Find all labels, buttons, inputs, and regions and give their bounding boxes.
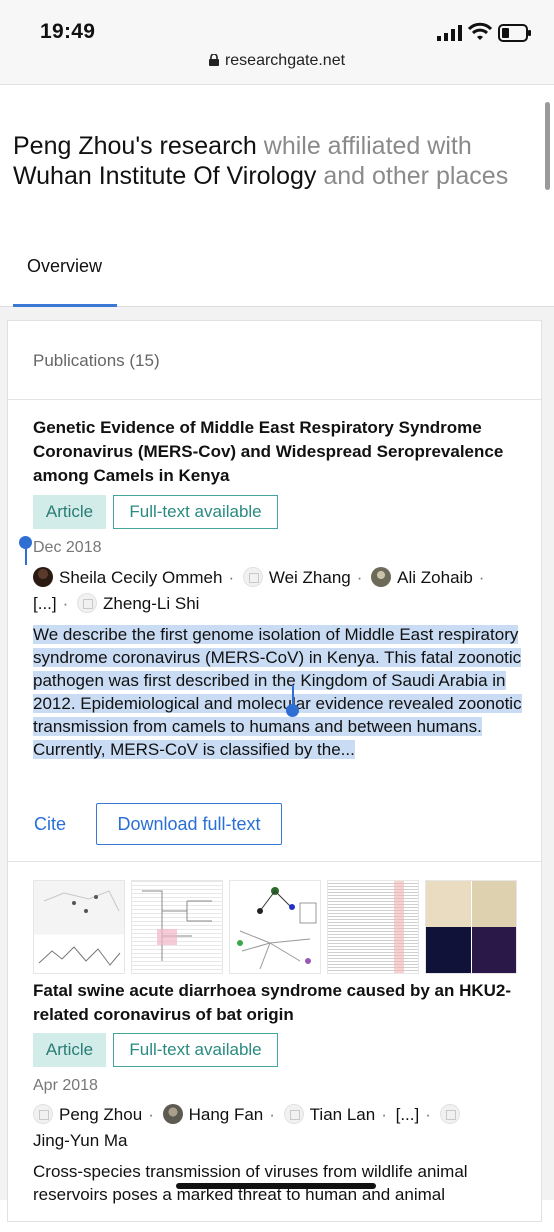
author-link[interactable]: Ali Zohaib [371, 565, 473, 591]
microscopy-panel [426, 927, 471, 973]
phylogeny-figure-icon [142, 890, 212, 961]
figure-thumbnail-network[interactable] [229, 880, 321, 974]
researcher-name: Peng Zhou's research [13, 132, 257, 160]
author-link[interactable]: Hang Fan [162, 1102, 264, 1128]
author-link[interactable]: Jing-Yun Ma [33, 1128, 128, 1154]
author-list: Sheila Cecily Ommeh · Wei Zhang · Ali Zoha… [33, 565, 523, 617]
author-link[interactable]: Tian Lan [283, 1102, 376, 1128]
selected-text: We describe the first genome isolation o… [33, 625, 522, 759]
separator: · [228, 568, 235, 587]
title-muted-text-2: and other places [316, 162, 509, 190]
page-title: Peng Zhou's research while affiliated wi… [13, 131, 538, 191]
author-link[interactable]: Sheila Cecily Ommeh [33, 565, 222, 591]
title-muted-text: while affiliated with [256, 132, 472, 160]
selection-end-handle[interactable] [286, 685, 299, 717]
cellular-signal-icon [437, 25, 462, 41]
author-name: Wei Zhang [268, 568, 351, 587]
avatar-placeholder-icon [283, 1104, 304, 1124]
publication-item: Fatal swine acute diarrhoea syndrome cau… [8, 862, 541, 1232]
page-scrollbar[interactable] [545, 102, 550, 190]
figure-thumbnail-map[interactable] [33, 880, 125, 974]
separator: · [356, 568, 363, 587]
publication-title[interactable]: Fatal swine acute diarrhoea syndrome cau… [33, 979, 523, 1027]
publication-abstract[interactable]: We describe the first genome isolation o… [33, 623, 523, 761]
author-link[interactable]: Wei Zhang [242, 565, 351, 591]
full-text-badge: Full-text available [113, 1033, 278, 1067]
separator: · [148, 1105, 154, 1124]
publication-item: Genetic Evidence of Middle East Respirat… [8, 400, 541, 862]
author-name: Peng Zhou [59, 1105, 143, 1124]
publications-count: Publications (15) [33, 351, 160, 370]
avatar [371, 567, 392, 587]
author-name: Sheila Cecily Ommeh [59, 568, 223, 587]
publication-date: Apr 2018 [33, 1077, 98, 1094]
author-name: Tian Lan [309, 1105, 376, 1124]
article-badge: Article [33, 1033, 106, 1067]
figure-thumbnail-alignment[interactable] [327, 880, 419, 974]
clock: 19:49 [40, 20, 96, 43]
publications-card: Publications (15) Genetic Evidence of Mi… [7, 320, 542, 1222]
alignment-figure-icon [394, 881, 404, 973]
tab-overview[interactable]: Overview [13, 240, 117, 307]
separator: · [478, 568, 485, 587]
tab-bar: Overview [0, 240, 554, 307]
avatar-placeholder-icon [242, 567, 263, 587]
author-name: Hang Fan [188, 1105, 264, 1124]
avatar-placeholder-icon [439, 1104, 460, 1124]
publication-date: Dec 2018 [33, 539, 102, 556]
battery-icon [498, 24, 531, 42]
full-text-badge: Full-text available [113, 495, 278, 529]
microscopy-panel [472, 881, 516, 927]
separator: · [425, 1105, 431, 1124]
microscopy-panel [426, 881, 471, 927]
separator: · [269, 1105, 275, 1124]
separator: · [381, 1105, 387, 1124]
figure-thumbnail-microscopy[interactable] [425, 880, 517, 974]
article-badge: Article [33, 495, 106, 529]
author-list: Peng Zhou · Hang Fan · Tian Lan · [...] · Ji… [33, 1102, 523, 1154]
map-figure-icon [38, 890, 121, 966]
avatar [33, 567, 53, 587]
home-indicator[interactable] [176, 1183, 376, 1189]
more-authors-link[interactable]: [...] [33, 591, 57, 617]
network-figure-icon [237, 887, 317, 970]
publication-title[interactable]: Genetic Evidence of Middle East Respirat… [33, 416, 523, 488]
author-link[interactable] [439, 1102, 466, 1128]
avatar-placeholder-icon [77, 593, 98, 613]
cite-button[interactable]: Cite [34, 814, 66, 835]
author-name: Ali Zohaib [397, 568, 473, 587]
more-authors-link[interactable]: [...] [396, 1102, 420, 1128]
selection-start-handle[interactable] [19, 536, 32, 565]
lock-icon [208, 54, 219, 66]
avatar [162, 1104, 183, 1124]
author-link[interactable]: Peng Zhou [33, 1102, 142, 1128]
figure-thumbnails [33, 880, 517, 974]
author-name: Zheng-Li Shi [103, 594, 200, 613]
figure-thumbnail-tree[interactable] [131, 880, 223, 974]
tab-overview-label: Overview [27, 256, 103, 276]
browser-status-bar: 19:49 researchgate.net [0, 0, 554, 85]
download-full-text-button[interactable]: Download full-text [96, 803, 282, 845]
wifi-icon [468, 22, 492, 40]
publications-header: Publications (15) [8, 321, 541, 400]
url-text: researchgate.net [224, 52, 346, 69]
microscopy-panel [472, 927, 516, 973]
separator: · [62, 594, 69, 613]
url-bar[interactable]: researchgate.net [0, 52, 554, 70]
institution-name: Wuhan Institute Of Virology [13, 162, 317, 190]
author-link[interactable]: Zheng-Li Shi [77, 591, 199, 617]
avatar-placeholder-icon [33, 1104, 53, 1124]
